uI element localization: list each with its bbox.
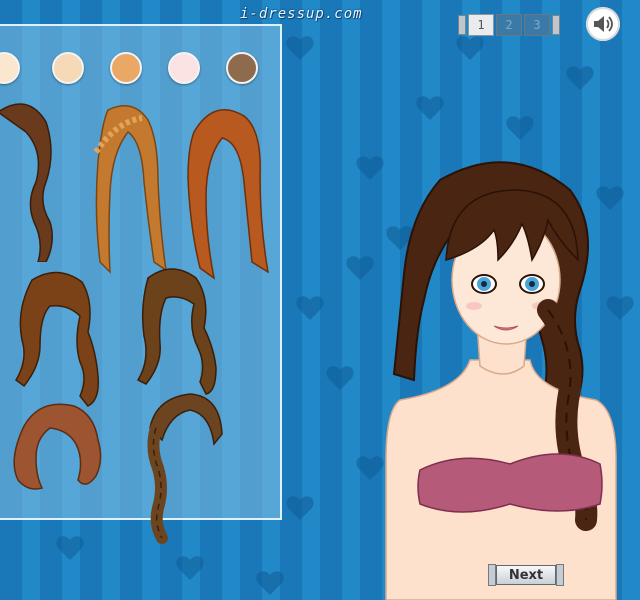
page-2-button[interactable]: 2: [496, 14, 522, 36]
heart-icon: [256, 571, 284, 595]
skin-swatch-1[interactable]: [0, 52, 20, 84]
heart-icon: [296, 296, 324, 320]
hairstyle-braid-side[interactable]: [0, 102, 62, 262]
next-button-left-cap: [488, 564, 496, 586]
hairstyle-crown-braid[interactable]: [78, 102, 168, 282]
heart-icon: [456, 36, 484, 60]
heart-icon: [286, 36, 314, 60]
hairstyle-panel: [0, 24, 282, 544]
skin-swatch-5[interactable]: [226, 52, 258, 84]
skin-swatch-2[interactable]: [52, 52, 84, 84]
page-3-button[interactable]: 3: [524, 14, 550, 36]
next-button[interactable]: Next: [488, 564, 564, 586]
skin-swatch-3[interactable]: [110, 52, 142, 84]
sound-toggle-button[interactable]: [586, 7, 620, 41]
next-button-label: Next: [496, 565, 556, 585]
pager-left-cap: [458, 15, 466, 35]
heart-icon: [416, 96, 444, 120]
heart-icon: [56, 536, 84, 560]
pager-right-cap: [552, 15, 560, 35]
page-1-button[interactable]: 1: [468, 14, 494, 36]
heart-icon: [346, 256, 374, 280]
skin-swatch-4[interactable]: [168, 52, 200, 84]
model-figure: [385, 161, 617, 600]
hairstyle-short-curly[interactable]: [4, 396, 104, 496]
heart-icon: [506, 116, 534, 140]
hairstyle-long-straight[interactable]: [174, 102, 270, 282]
heart-icon: [176, 556, 204, 580]
hairstyle-medium-wavy[interactable]: [12, 270, 102, 410]
page-selector: 1 2 3: [458, 14, 560, 36]
next-button-right-cap: [556, 564, 564, 586]
site-logo: i-dressup.com: [240, 6, 363, 22]
hairstyle-single-braid[interactable]: [138, 388, 228, 548]
heart-icon: [566, 66, 594, 90]
heart-icon: [326, 366, 354, 390]
hairstyle-long-wavy[interactable]: [128, 266, 218, 396]
heart-icon: [286, 496, 314, 520]
speaker-icon: [594, 16, 613, 32]
